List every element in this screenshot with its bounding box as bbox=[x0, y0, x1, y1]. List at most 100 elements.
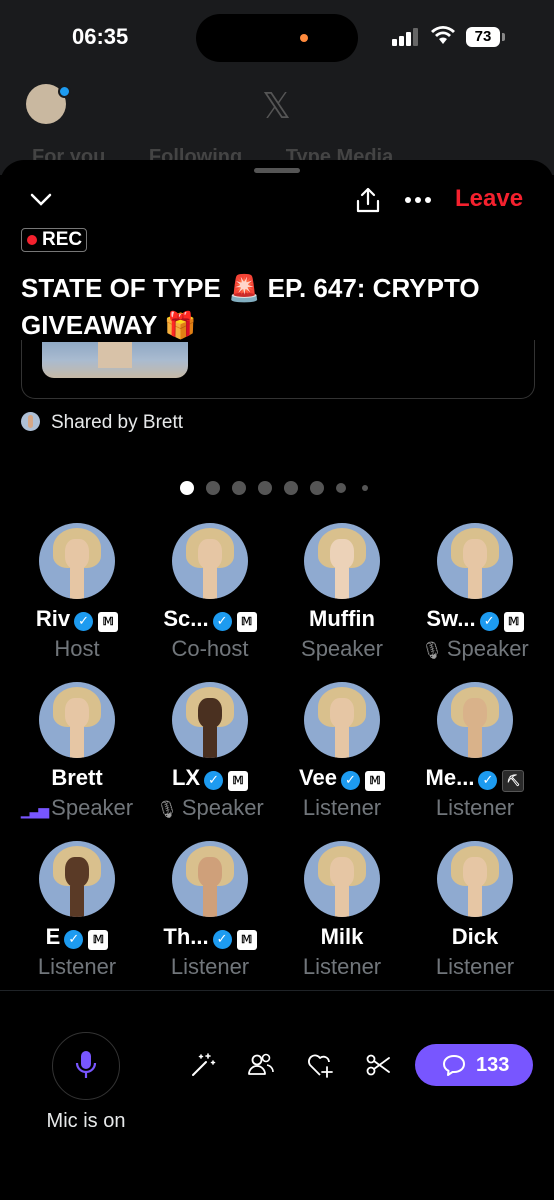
shared-by: Shared by Brett bbox=[21, 412, 183, 434]
participant-role: Host bbox=[11, 636, 143, 662]
participant-name-text: Dick bbox=[451, 924, 499, 949]
participant-name-text: Brett bbox=[51, 765, 103, 790]
page-dot[interactable] bbox=[310, 481, 324, 495]
affiliate-badge-icon: 𝕄 bbox=[228, 771, 249, 791]
participant-avatar[interactable] bbox=[437, 841, 513, 917]
comment-bubble-icon bbox=[443, 1055, 465, 1076]
scissors-icon[interactable] bbox=[363, 1050, 393, 1080]
verified-badge-icon: ✓ bbox=[212, 612, 232, 631]
verified-badge-icon: ✓ bbox=[340, 771, 360, 790]
participant-name-text: Sc... bbox=[163, 606, 209, 631]
participant-name: Sw... ✓ 𝕄 bbox=[409, 606, 541, 632]
more-options-icon[interactable] bbox=[404, 196, 432, 204]
chevron-down-icon[interactable] bbox=[30, 192, 52, 208]
share-icon[interactable] bbox=[355, 186, 381, 214]
leave-button[interactable]: Leave bbox=[455, 185, 523, 213]
page-dot[interactable] bbox=[336, 483, 346, 493]
participant-role-text: Host bbox=[54, 636, 100, 661]
battery-indicator: 73 bbox=[466, 27, 500, 47]
participant-name-text: E bbox=[45, 924, 61, 949]
verified-badge-icon: ✓ bbox=[74, 612, 94, 631]
page-dot[interactable] bbox=[206, 481, 220, 495]
participant-role-text: Speaker bbox=[51, 795, 134, 820]
participant-role: Listener bbox=[409, 795, 541, 821]
magic-wand-icon[interactable] bbox=[188, 1050, 218, 1080]
mic-button[interactable] bbox=[52, 1032, 120, 1100]
participant-name-text: Muffin bbox=[309, 606, 375, 631]
participant-name: Sc... ✓ 𝕄 bbox=[144, 606, 276, 632]
verified-badge-icon: ✓ bbox=[204, 771, 224, 790]
participant-name: E ✓ 𝕄 bbox=[11, 924, 143, 950]
participant-card[interactable]: Th... ✓ 𝕄 Listener bbox=[144, 836, 276, 986]
people-icon[interactable] bbox=[246, 1050, 276, 1080]
participant-avatar[interactable] bbox=[304, 841, 380, 917]
participant-name: Th... ✓ 𝕄 bbox=[144, 924, 276, 950]
page-dot[interactable] bbox=[232, 481, 246, 495]
participant-role-text: Listener bbox=[435, 954, 515, 979]
participant-role-text: Speaker bbox=[446, 636, 529, 661]
cellular-signal-icon bbox=[392, 28, 418, 46]
x-logo-icon: 𝕏 bbox=[262, 86, 292, 127]
participant-avatar[interactable] bbox=[437, 523, 513, 599]
participant-card[interactable]: E ✓ 𝕄 Listener bbox=[11, 836, 143, 986]
comments-button[interactable]: 133 bbox=[415, 1044, 533, 1086]
participant-avatar[interactable] bbox=[172, 841, 248, 917]
rec-dot-icon bbox=[27, 235, 37, 245]
page-dot[interactable] bbox=[258, 481, 272, 495]
participant-avatar[interactable] bbox=[172, 523, 248, 599]
participant-role-text: Listener bbox=[170, 954, 250, 979]
participant-name: Vee ✓ 𝕄 bbox=[276, 765, 408, 791]
participant-role: Listener bbox=[276, 795, 408, 821]
participant-role: 🎙 Speaker bbox=[144, 795, 276, 821]
page-dot[interactable] bbox=[284, 481, 298, 495]
participant-role-text: Speaker bbox=[301, 636, 383, 661]
participant-name-text: Riv bbox=[35, 606, 71, 631]
participant-card[interactable]: Riv ✓ 𝕄 Host bbox=[11, 518, 143, 668]
participant-name-text: LX bbox=[171, 765, 201, 790]
participant-role: Co-host bbox=[144, 636, 276, 662]
participant-avatar[interactable] bbox=[39, 523, 115, 599]
participant-role: Listener bbox=[276, 954, 408, 980]
participant-name: Muffin bbox=[276, 606, 408, 632]
participant-avatar[interactable] bbox=[304, 523, 380, 599]
participant-card[interactable]: Vee ✓ 𝕄 Listener bbox=[276, 677, 408, 827]
participant-avatar[interactable] bbox=[39, 841, 115, 917]
mic-muted-icon: 🎙 bbox=[156, 800, 178, 819]
participant-card[interactable]: Sc... ✓ 𝕄 Co-host bbox=[144, 518, 276, 668]
sheet-grabber[interactable] bbox=[254, 168, 300, 173]
participant-role-text: Listener bbox=[302, 795, 382, 820]
participant-role-text: Listener bbox=[302, 954, 382, 979]
participant-card[interactable]: LX ✓ 𝕄 🎙 Speaker bbox=[144, 677, 276, 827]
microphone-icon bbox=[75, 1051, 97, 1078]
participant-card[interactable]: Me... ✓ ⛏ Listener bbox=[409, 677, 541, 827]
participant-name: LX ✓ 𝕄 bbox=[144, 765, 276, 791]
participant-card[interactable]: Dick Listener bbox=[409, 836, 541, 986]
bottom-divider bbox=[0, 990, 554, 991]
participant-card[interactable]: Sw... ✓ 𝕄 🎙 Speaker bbox=[409, 518, 541, 668]
heart-plus-icon[interactable] bbox=[305, 1050, 335, 1080]
wifi-icon bbox=[431, 26, 455, 44]
participant-name-text: Vee bbox=[299, 765, 337, 790]
shared-post-image bbox=[42, 342, 188, 378]
participant-avatar[interactable] bbox=[172, 682, 248, 758]
affiliate-badge-icon: ⛏ bbox=[502, 770, 525, 792]
participant-name: Dick bbox=[409, 924, 541, 950]
participant-role-text: Co-host bbox=[171, 636, 249, 661]
notification-dot bbox=[58, 85, 71, 98]
participant-avatar[interactable] bbox=[39, 682, 115, 758]
participant-role: Listener bbox=[409, 954, 541, 980]
affiliate-badge-icon: 𝕄 bbox=[88, 930, 109, 950]
participant-avatar[interactable] bbox=[437, 682, 513, 758]
participant-role: Listener bbox=[11, 954, 143, 980]
participant-name: Brett bbox=[11, 765, 143, 791]
participant-avatar[interactable] bbox=[304, 682, 380, 758]
page-dot[interactable] bbox=[362, 485, 368, 491]
participant-role-text: Listener bbox=[435, 795, 515, 820]
participant-card[interactable]: Milk Listener bbox=[276, 836, 408, 986]
comment-count: 133 bbox=[476, 1054, 510, 1076]
participant-card[interactable]: Muffin Speaker bbox=[276, 518, 408, 668]
participant-role: Listener bbox=[144, 954, 276, 980]
participant-card[interactable]: Brett ▁▃▅ Speaker bbox=[11, 677, 143, 827]
page-dot[interactable] bbox=[180, 481, 194, 495]
shared-by-label: Shared by Brett bbox=[51, 412, 184, 433]
